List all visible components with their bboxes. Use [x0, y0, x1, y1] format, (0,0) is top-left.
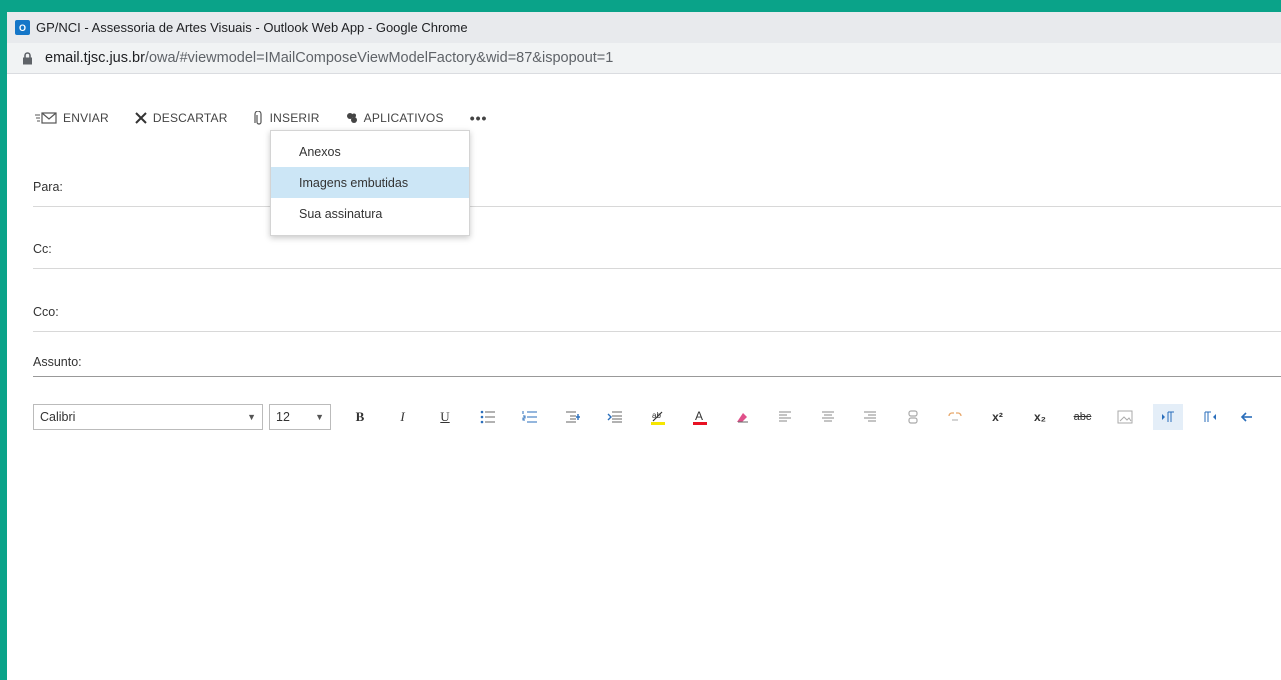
to-field[interactable]: Para:	[33, 172, 1281, 207]
cc-label: Cc:	[33, 242, 52, 256]
bcc-label: Cco:	[33, 305, 59, 319]
font-name: Calibri	[40, 410, 76, 424]
insert-button[interactable]: INSERIR	[253, 110, 320, 126]
chevron-down-icon: ▼	[315, 412, 324, 422]
menu-item-inline-images[interactable]: Imagens embutidas	[271, 167, 469, 198]
apps-button[interactable]: APLICATIVOS	[346, 111, 444, 125]
align-left-icon[interactable]	[770, 404, 800, 430]
lock-icon	[17, 51, 37, 65]
font-size-select[interactable]: 12 ▼	[269, 404, 331, 430]
send-icon	[35, 112, 57, 124]
font-color-icon[interactable]: A	[685, 404, 715, 430]
font-size: 12	[276, 410, 290, 424]
insert-label: INSERIR	[269, 111, 320, 125]
subject-field[interactable]: Assunto:	[33, 350, 1281, 377]
send-label: ENVIAR	[63, 111, 109, 125]
send-button[interactable]: ENVIAR	[35, 111, 109, 125]
svg-text:A: A	[695, 409, 703, 423]
bold-button[interactable]: B	[345, 404, 375, 430]
browser-window: O GP/NCI - Assessoria de Artes Visuais -…	[7, 12, 1281, 680]
align-right-icon[interactable]	[855, 404, 885, 430]
align-center-icon[interactable]	[813, 404, 843, 430]
undo-icon[interactable]	[1238, 404, 1254, 430]
superscript-button[interactable]: x²	[983, 404, 1013, 430]
to-label: Para:	[33, 180, 63, 194]
bullets-icon[interactable]	[473, 404, 503, 430]
remove-link-icon[interactable]	[940, 404, 970, 430]
insert-link-icon[interactable]	[898, 404, 928, 430]
discard-label: DESCARTAR	[152, 111, 228, 125]
insert-menu: Anexos Imagens embutidas Sua assinatura	[270, 130, 470, 236]
subscript-button[interactable]: x₂	[1025, 404, 1055, 430]
cc-field[interactable]: Cc:	[33, 234, 1281, 269]
more-options-button[interactable]: •••	[470, 110, 488, 126]
address-bar[interactable]: email.tjsc.jus.br/owa/#viewmodel=IMailCo…	[7, 43, 1281, 74]
ltr-icon[interactable]	[1152, 404, 1183, 430]
font-family-select[interactable]: Calibri ▼	[33, 404, 263, 430]
numbering-icon[interactable]	[515, 404, 545, 430]
url-path[interactable]: /owa/#viewmodel=IMailComposeViewModelFac…	[145, 50, 613, 66]
window-title: GP/NCI - Assessoria de Artes Visuais - O…	[36, 20, 468, 35]
title-bar: O GP/NCI - Assessoria de Artes Visuais -…	[7, 12, 1281, 43]
insert-image-icon[interactable]	[1110, 404, 1140, 430]
apps-label: APLICATIVOS	[363, 111, 444, 125]
chevron-down-icon: ▼	[247, 412, 256, 422]
paperclip-icon	[253, 110, 264, 126]
outlook-icon: O	[15, 20, 30, 35]
url-host[interactable]: email.tjsc.jus.br	[45, 50, 145, 66]
close-icon	[135, 112, 147, 124]
apps-icon	[346, 112, 358, 124]
menu-item-signature[interactable]: Sua assinatura	[271, 198, 469, 229]
bcc-field[interactable]: Cco:	[33, 297, 1281, 332]
increase-indent-icon[interactable]	[600, 404, 630, 430]
clear-format-icon[interactable]	[728, 404, 758, 430]
subject-label: Assunto:	[33, 355, 82, 369]
strikethrough-button[interactable]: abc	[1068, 404, 1098, 430]
svg-text:ab: ab	[652, 411, 661, 420]
menu-item-attachments[interactable]: Anexos	[271, 136, 469, 167]
underline-button[interactable]: U	[430, 404, 460, 430]
discard-button[interactable]: DESCARTAR	[135, 111, 228, 125]
rtl-icon[interactable]	[1195, 404, 1225, 430]
compose-toolbar: ENVIAR DESCARTAR INSERIR APLICATIVOS •••	[35, 107, 487, 129]
highlight-icon[interactable]: ab	[643, 404, 673, 430]
decrease-indent-icon[interactable]	[558, 404, 588, 430]
format-toolbar: Calibri ▼ 12 ▼ B I U ab A x² x₂ abc	[33, 402, 1254, 432]
italic-button[interactable]: I	[388, 404, 418, 430]
